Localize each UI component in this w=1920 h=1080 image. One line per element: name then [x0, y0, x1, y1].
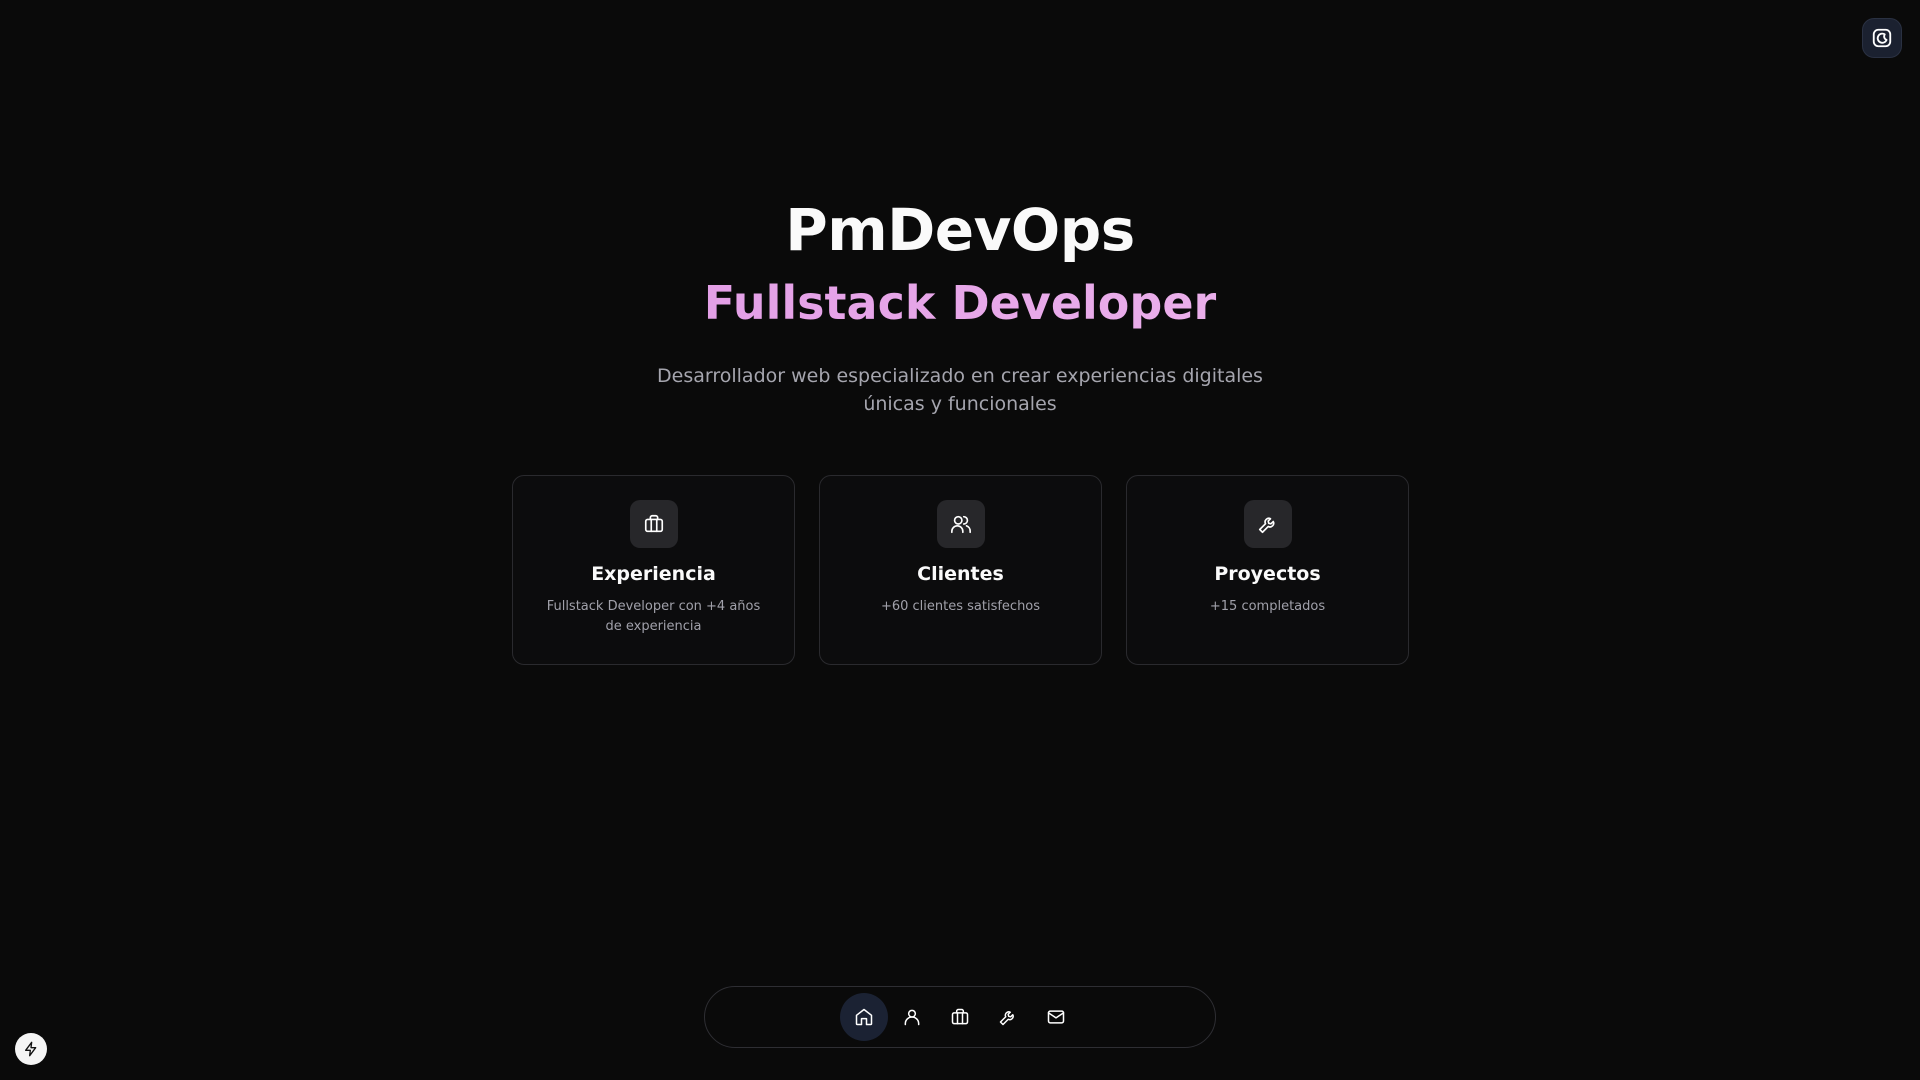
- bottom-dock: [704, 986, 1216, 1048]
- dock-contact-button[interactable]: [1032, 993, 1080, 1041]
- card-text: +15 completados: [1209, 599, 1326, 614]
- bolt-badge-button[interactable]: [15, 1033, 47, 1065]
- card-title: Proyectos: [1214, 563, 1321, 585]
- card-clientes: Clientes +60 clientes satisfechos: [819, 475, 1102, 665]
- dock-about-button[interactable]: [888, 993, 936, 1041]
- hero-title: PmDevOps: [785, 196, 1135, 264]
- wrench-icon: [999, 1011, 1014, 1026]
- moon-icon: [1872, 28, 1892, 48]
- mail-icon: [1047, 1010, 1065, 1024]
- dock-experience-button[interactable]: [936, 993, 984, 1041]
- dock-home-button[interactable]: [840, 993, 888, 1041]
- users-icon: [936, 500, 985, 548]
- dock-projects-button[interactable]: [984, 993, 1032, 1041]
- card-text: +60 clientes satisfechos: [880, 599, 1041, 614]
- card-title: Clientes: [917, 563, 1004, 585]
- card-title: Experiencia: [591, 563, 716, 585]
- stats-cards: Experiencia Fullstack Developer con +4 a…: [512, 475, 1409, 665]
- hero-description: Desarrollador web especializado en crear…: [657, 365, 1263, 415]
- bolt-icon: [25, 1041, 37, 1057]
- hero-section: PmDevOps Fullstack Developer Desarrollad…: [0, 190, 1920, 418]
- card-experiencia: Experiencia Fullstack Developer con +4 a…: [512, 475, 795, 665]
- user-icon: [904, 1009, 920, 1026]
- theme-toggle-button[interactable]: [1862, 18, 1902, 58]
- home-icon: [855, 1008, 873, 1026]
- hero-subtitle: Fullstack Developer: [0, 270, 1920, 336]
- briefcase-icon: [951, 1008, 969, 1025]
- briefcase-icon: [629, 500, 678, 548]
- card-proyectos: Proyectos +15 completados: [1126, 475, 1409, 665]
- wrench-icon: [1243, 500, 1292, 548]
- card-text: Fullstack Developer con +4 años de exper…: [546, 599, 761, 634]
